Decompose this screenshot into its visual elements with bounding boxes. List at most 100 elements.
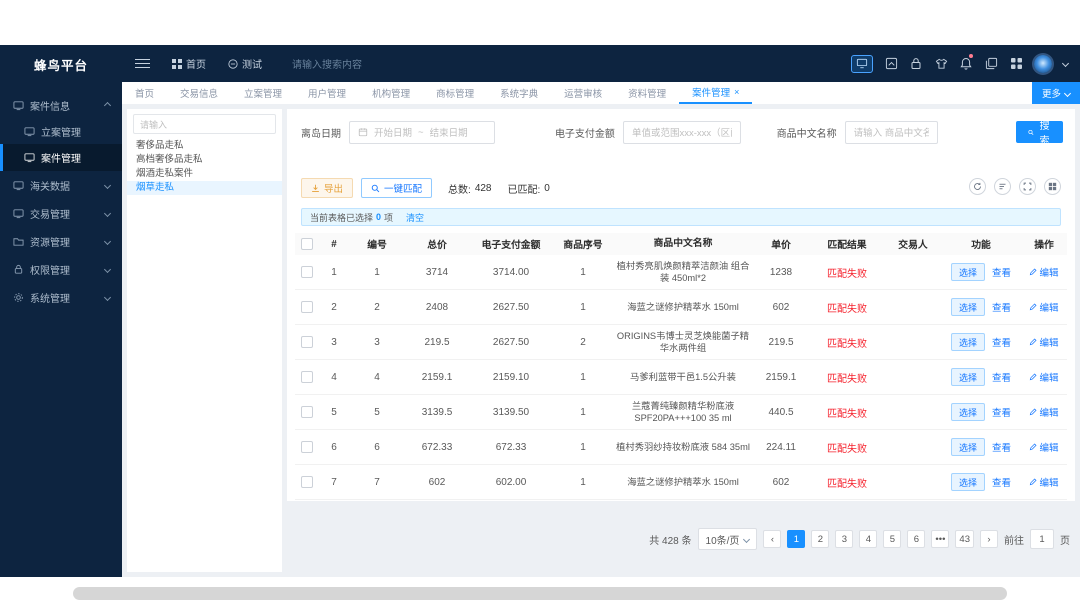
tab-brand-mgmt[interactable]: 商标管理 (423, 82, 487, 104)
epay-input[interactable]: 单值或范围xxx-xxx（区间值） (622, 120, 741, 144)
select-button[interactable]: 选择 (950, 298, 985, 316)
row-checkbox[interactable] (301, 266, 313, 278)
select-all-checkbox[interactable] (301, 238, 313, 250)
bottom-scrollbar[interactable] (73, 587, 1007, 600)
density-icon[interactable] (994, 178, 1011, 195)
next-page-button[interactable]: › (980, 530, 998, 548)
view-link[interactable]: 查看 (992, 300, 1011, 314)
sidebar-item-trade-mgmt[interactable]: 交易管理 (0, 199, 122, 227)
apps-grid-icon[interactable] (1009, 57, 1023, 71)
view-link[interactable]: 查看 (992, 335, 1011, 349)
monitor-icon[interactable] (851, 54, 873, 73)
export-button[interactable]: 导出 (301, 178, 354, 198)
select-button[interactable]: 选择 (950, 368, 985, 386)
prev-page-button[interactable]: ‹ (763, 530, 782, 548)
view-link[interactable]: 查看 (992, 475, 1011, 489)
sidebar-item-customs-data[interactable]: 海关数据 (0, 171, 122, 199)
edit-link[interactable]: 编辑 (1029, 405, 1059, 419)
tab-ops-review[interactable]: 运营审核 (551, 82, 615, 104)
tab-filing-mgmt[interactable]: 立案管理 (231, 82, 295, 104)
select-button[interactable]: 选择 (950, 263, 985, 281)
view-link[interactable]: 查看 (992, 405, 1011, 419)
column-header: 功能 (971, 240, 991, 251)
date-range-picker[interactable]: 开始日期 ~ 结束日期 (349, 120, 495, 144)
lock-icon[interactable] (909, 57, 923, 71)
more-button[interactable]: 更多 (1031, 82, 1080, 104)
view-link[interactable]: 查看 (992, 265, 1011, 279)
edit-link[interactable]: 编辑 (1029, 265, 1059, 279)
tab-material-mgmt[interactable]: 资料管理 (615, 82, 679, 104)
tab-case-mgmt[interactable]: 案件管理 × (679, 82, 753, 104)
sidebar-item-resource-mgmt[interactable]: 资源管理 (0, 227, 122, 255)
total-value: 428 (474, 182, 492, 194)
row-checkbox[interactable] (301, 476, 313, 488)
row-checkbox[interactable] (301, 371, 313, 383)
row-checkbox[interactable] (301, 406, 313, 418)
category-search-input[interactable]: 请输入 (133, 114, 276, 134)
tab-system-dict[interactable]: 系统字典 (487, 82, 551, 104)
page-button-5[interactable]: 5 (883, 530, 902, 548)
page-button-4[interactable]: 4 (859, 530, 878, 548)
pencil-icon (1030, 478, 1038, 486)
clear-selection-link[interactable]: 清空 (406, 211, 424, 224)
one-click-match-button[interactable]: 一键匹配 (361, 178, 433, 198)
close-icon[interactable]: × (734, 87, 739, 97)
edit-link[interactable]: 编辑 (1029, 300, 1059, 314)
sidebar-item-permission-mgmt[interactable]: 权限管理 (0, 255, 122, 283)
nav-home[interactable]: 首页 (172, 56, 206, 71)
tab-trade-info[interactable]: 交易信息 (167, 82, 231, 104)
edit-link[interactable]: 编辑 (1029, 335, 1059, 349)
tab-user-mgmt[interactable]: 用户管理 (295, 82, 359, 104)
layers-icon[interactable] (984, 57, 998, 71)
view-link[interactable]: 查看 (992, 370, 1011, 384)
category-item-highend-luxury[interactable]: 高档奢侈品走私 (127, 153, 282, 167)
edit-link[interactable]: 编辑 (1029, 370, 1059, 384)
sidebar-item-case-mgmt[interactable]: 案件管理 (0, 144, 122, 171)
chevron-down-icon (103, 237, 112, 245)
sidebar-item-system-mgmt[interactable]: 系统管理 (0, 283, 122, 311)
nav-test[interactable]: 测试 (228, 56, 262, 71)
sidebar-item-filing-mgmt[interactable]: 立案管理 (0, 119, 122, 144)
topbar-search-input[interactable]: 请输入搜索内容 (292, 56, 362, 71)
topbar: 首页 测试 请输入搜索内容 (122, 45, 1080, 82)
page-button-1[interactable]: 1 (787, 530, 806, 548)
view-link[interactable]: 查看 (992, 440, 1011, 454)
tab-home[interactable]: 首页 (122, 82, 167, 104)
screenshot-icon[interactable] (884, 57, 898, 71)
app-window: 蜂鸟平台 案件信息 立案管理 案件管理 海关数据 交易管理 资源管理 权限管理 … (0, 0, 1080, 607)
row-total-price: 3139.5 (421, 406, 453, 418)
user-avatar[interactable] (1034, 54, 1052, 73)
select-button[interactable]: 选择 (950, 438, 985, 456)
sidebar-item-case-info[interactable]: 案件信息 (0, 91, 122, 119)
page-ellipsis[interactable]: ••• (931, 530, 950, 548)
row-checkbox[interactable] (301, 336, 313, 348)
menu-toggle-icon[interactable] (135, 56, 150, 71)
select-button[interactable]: 选择 (950, 403, 985, 421)
category-item-luxury[interactable]: 奢侈品走私 (127, 139, 282, 153)
edit-link[interactable]: 编辑 (1029, 440, 1059, 454)
page-button-3[interactable]: 3 (835, 530, 854, 548)
refresh-icon[interactable] (969, 178, 986, 195)
tab-label: 系统字典 (500, 89, 539, 100)
chevron-down-icon[interactable] (1061, 59, 1070, 68)
edit-link[interactable]: 编辑 (1029, 475, 1059, 489)
column-settings-icon[interactable] (1044, 178, 1061, 195)
product-name-input[interactable]: 请输入 商品中文名称 (844, 120, 938, 144)
search-button[interactable]: 搜索 (1016, 121, 1063, 147)
row-checkbox[interactable] (301, 441, 313, 453)
bell-icon[interactable] (959, 53, 973, 71)
row-checkbox[interactable] (301, 301, 313, 313)
page-size-select[interactable]: 10条/页 (697, 528, 758, 550)
row-index: 4 (331, 371, 337, 383)
page-button-6[interactable]: 6 (907, 530, 926, 548)
page-button-2[interactable]: 2 (811, 530, 830, 548)
select-button[interactable]: 选择 (950, 333, 985, 351)
theme-tshirt-icon[interactable] (934, 57, 948, 71)
category-item-tobacco[interactable]: 烟草走私 (127, 181, 282, 195)
fullscreen-icon[interactable] (1019, 178, 1036, 195)
category-item-tobacco-alcohol[interactable]: 烟酒走私案件 (127, 167, 282, 181)
select-button[interactable]: 选择 (950, 473, 985, 491)
page-jump-input[interactable]: 1 (1030, 529, 1054, 549)
tab-org-mgmt[interactable]: 机构管理 (359, 82, 423, 104)
page-button-43[interactable]: 43 (955, 530, 974, 548)
